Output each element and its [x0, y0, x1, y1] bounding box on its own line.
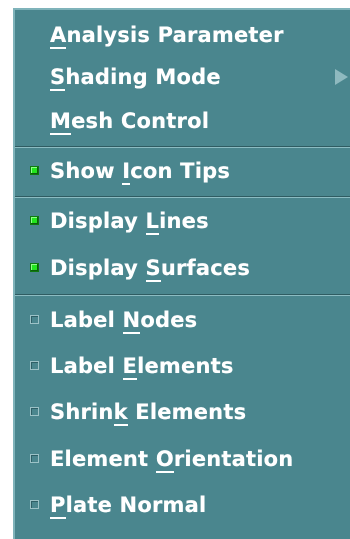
menu-item-label: Label Elements [50, 354, 234, 380]
menu-item-label: Label Nodes [50, 308, 198, 334]
menu-item-shading-mode[interactable]: Shading Mode [15, 57, 350, 97]
menu-item-shrink-elements[interactable]: Shrink Elements [15, 392, 350, 432]
menu-item-show-icon-tips[interactable]: Show Icon Tips [15, 151, 350, 191]
menu-item-plate-normal[interactable]: Plate Normal [15, 485, 350, 525]
menu-item-label: Plate Normal [50, 493, 207, 519]
menu-item-display-surfaces[interactable]: Display Surfaces [15, 248, 350, 288]
triangle-right-icon [335, 69, 348, 85]
menu-item-mesh-control[interactable]: Mesh Control [15, 101, 350, 141]
menu-item-label: Shrink Elements [50, 400, 247, 426]
menu-item-label-elements[interactable]: Label Elements [15, 346, 350, 386]
menu-item-element-orientation[interactable]: Element Orientation [15, 439, 350, 479]
checkbox-unchecked-icon [30, 454, 39, 463]
menu-item-label: Display Surfaces [50, 256, 251, 282]
checkbox-unchecked-icon [30, 315, 39, 324]
menu-item-label: Shading Mode [50, 65, 221, 91]
checkbox-checked-icon [30, 216, 39, 225]
menu-separator [15, 146, 350, 148]
popup-menu: Analysis Parameter Shading Mode Mesh Con… [13, 8, 350, 539]
menu-item-label: Display Lines [50, 209, 209, 235]
menu-item-label: Analysis Parameter [50, 23, 284, 49]
menu-item-label-nodes[interactable]: Label Nodes [15, 300, 350, 340]
menu-separator [15, 196, 350, 198]
menu-item-label: Element Orientation [50, 447, 294, 473]
menu-item-display-lines[interactable]: Display Lines [15, 201, 350, 241]
menu-separator [15, 294, 350, 296]
menu-item-analysis-parameter[interactable]: Analysis Parameter [15, 15, 350, 55]
checkbox-checked-icon [30, 166, 39, 175]
menu-item-label: Show Icon Tips [50, 159, 231, 185]
checkbox-checked-icon [30, 263, 39, 272]
checkbox-unchecked-icon [30, 361, 39, 370]
menu-item-label: Mesh Control [50, 109, 210, 135]
checkbox-unchecked-icon [30, 407, 39, 416]
checkbox-unchecked-icon [30, 500, 39, 509]
